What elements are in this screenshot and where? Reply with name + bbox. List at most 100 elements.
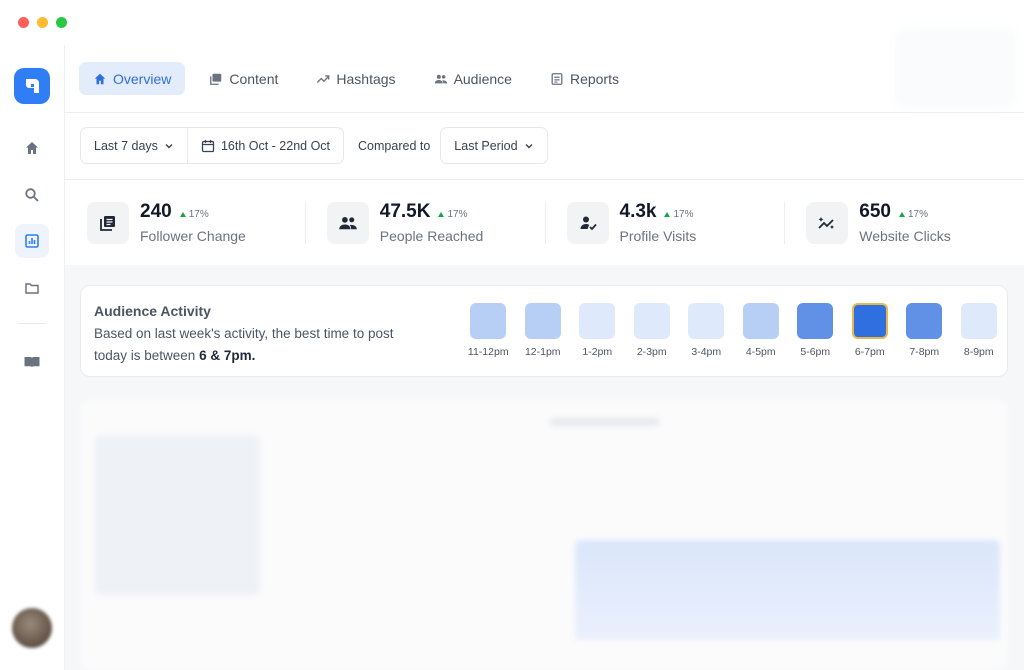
minimize-window-button[interactable]: [37, 17, 48, 28]
activity-cell: [579, 303, 616, 339]
stat-value: 650: [859, 201, 891, 222]
blurred-chart: [575, 540, 1000, 640]
stat-follower-change: 240 17% Follower Change: [65, 180, 305, 265]
stat-label: People Reached: [379, 228, 484, 244]
activity-slot[interactable]: 7-8pm: [897, 303, 952, 358]
up-arrow-icon: [664, 212, 671, 217]
activity-cell: [470, 303, 507, 339]
activity-cell: [797, 303, 834, 339]
activity-cell: [524, 303, 561, 339]
sidebar-item-book[interactable]: [15, 345, 49, 379]
filter-bar: Last 7 days 16th Oct - 22nd Oct Compared…: [80, 127, 548, 164]
compare-period-value: Last Period: [454, 138, 518, 153]
stat-icon-box: [87, 201, 129, 244]
tab-label: Reports: [569, 70, 619, 87]
book-icon: [24, 357, 40, 368]
activity-slot-label: 3-4pm: [691, 346, 722, 358]
calendar-icon: [201, 139, 215, 152]
stat-change-value: 17%: [673, 209, 694, 220]
stat-change-value: 17%: [447, 209, 468, 220]
tab-label: Audience: [453, 70, 512, 87]
activity-slot[interactable]: 11-12pm: [461, 303, 516, 358]
feed-icon: [100, 215, 115, 231]
stat-icon-box: [326, 201, 369, 244]
activity-slot-label: 12-1pm: [524, 346, 561, 358]
chevron-down-icon: [165, 143, 173, 148]
stat-value: 47.5K: [379, 201, 431, 222]
logo-icon: [26, 79, 39, 93]
tab-label: Overview: [113, 70, 172, 87]
activity-slot-label: 7-8pm: [909, 346, 940, 358]
stat-value: 4.3k: [619, 201, 657, 222]
app-logo[interactable]: [14, 68, 50, 104]
stat-icon-box: [806, 201, 849, 244]
range-dropdown[interactable]: Last 7 days: [81, 128, 187, 163]
tab-overview[interactable]: Overview: [79, 62, 186, 95]
activity-cell: [742, 303, 779, 339]
stat-website-clicks: 650 17% Website Clicks: [784, 180, 1024, 265]
tab-hashtags[interactable]: Hashtags: [302, 62, 409, 95]
up-arrow-icon: [898, 212, 905, 217]
up-arrow-icon: [438, 212, 445, 217]
activity-slot-label: 11-12pm: [467, 346, 509, 358]
sidebar-divider: [18, 323, 46, 324]
activity-slot[interactable]: 3-4pm: [679, 303, 734, 358]
sidebar-item-analytics[interactable]: [15, 224, 49, 258]
tab-audience[interactable]: Audience: [420, 62, 526, 95]
activity-slot[interactable]: 1-2pm: [570, 303, 625, 358]
activity-slot[interactable]: 8-9pm: [952, 303, 1007, 358]
activity-slot[interactable]: 6-7pm: [843, 303, 898, 358]
activity-slot-label: 2-3pm: [636, 346, 667, 358]
report-icon: [551, 72, 563, 85]
activity-cell: [633, 303, 670, 339]
image-gallery-icon: [210, 73, 222, 85]
people-icon: [434, 74, 447, 83]
activity-cell: [906, 303, 943, 339]
audience-activity-description: Based on last week's activity, the best …: [94, 323, 394, 367]
compare-period-dropdown[interactable]: Last Period: [440, 127, 548, 164]
close-window-button[interactable]: [18, 17, 29, 28]
sidebar-item-search[interactable]: [15, 178, 49, 212]
stat-icon-box: [566, 201, 609, 244]
trending-up-icon: [317, 74, 330, 83]
stat-people-reached: 47.5K 17% People Reached: [304, 180, 545, 265]
sidebar-item-home[interactable]: [15, 131, 49, 165]
activity-cell: [688, 303, 725, 339]
stat-change: 17%: [438, 209, 467, 220]
stat-label: Website Clicks: [859, 228, 951, 244]
date-range-field[interactable]: 16th Oct - 22nd Oct: [186, 128, 343, 163]
home-icon: [26, 142, 38, 154]
activity-slot[interactable]: 2-3pm: [625, 303, 680, 358]
blurred-panel: [895, 28, 1015, 108]
tab-reports[interactable]: Reports: [536, 62, 633, 95]
up-arrow-icon: [179, 212, 186, 217]
stat-change: 17%: [179, 209, 209, 220]
tab-label: Hashtags: [336, 70, 396, 87]
home-icon: [94, 73, 106, 84]
date-range-value: 16th Oct - 22nd Oct: [220, 138, 331, 153]
activity-slot[interactable]: 4-5pm: [734, 303, 789, 358]
search-icon: [25, 188, 39, 202]
maximize-window-button[interactable]: [56, 17, 67, 28]
stat-change: 17%: [664, 209, 694, 220]
stat-change-value: 17%: [907, 209, 928, 220]
folder-icon: [25, 283, 39, 294]
activity-slot[interactable]: 5-6pm: [788, 303, 843, 358]
sidebar: [0, 45, 65, 670]
activity-slot-label: 1-2pm: [582, 346, 613, 358]
sidebar-item-folder[interactable]: [15, 271, 49, 305]
stat-value: 240: [140, 201, 172, 222]
stat-change: 17%: [898, 209, 928, 220]
divider: [65, 112, 1024, 113]
compare-period-segment: Last Period: [441, 128, 546, 163]
tab-content[interactable]: Content: [195, 62, 292, 95]
activity-slot-label: 5-6pm: [800, 346, 831, 358]
blurred-content-panel: [80, 400, 1008, 670]
person-check-icon: [580, 216, 597, 230]
avatar[interactable]: [12, 608, 52, 648]
stat-profile-visits: 4.3k 17% Profile Visits: [544, 180, 785, 265]
activity-slot[interactable]: 12-1pm: [516, 303, 571, 358]
blurred-image: [95, 435, 260, 595]
date-range-picker: Last 7 days 16th Oct - 22nd Oct: [80, 127, 345, 164]
analytics-icon: [25, 234, 39, 248]
